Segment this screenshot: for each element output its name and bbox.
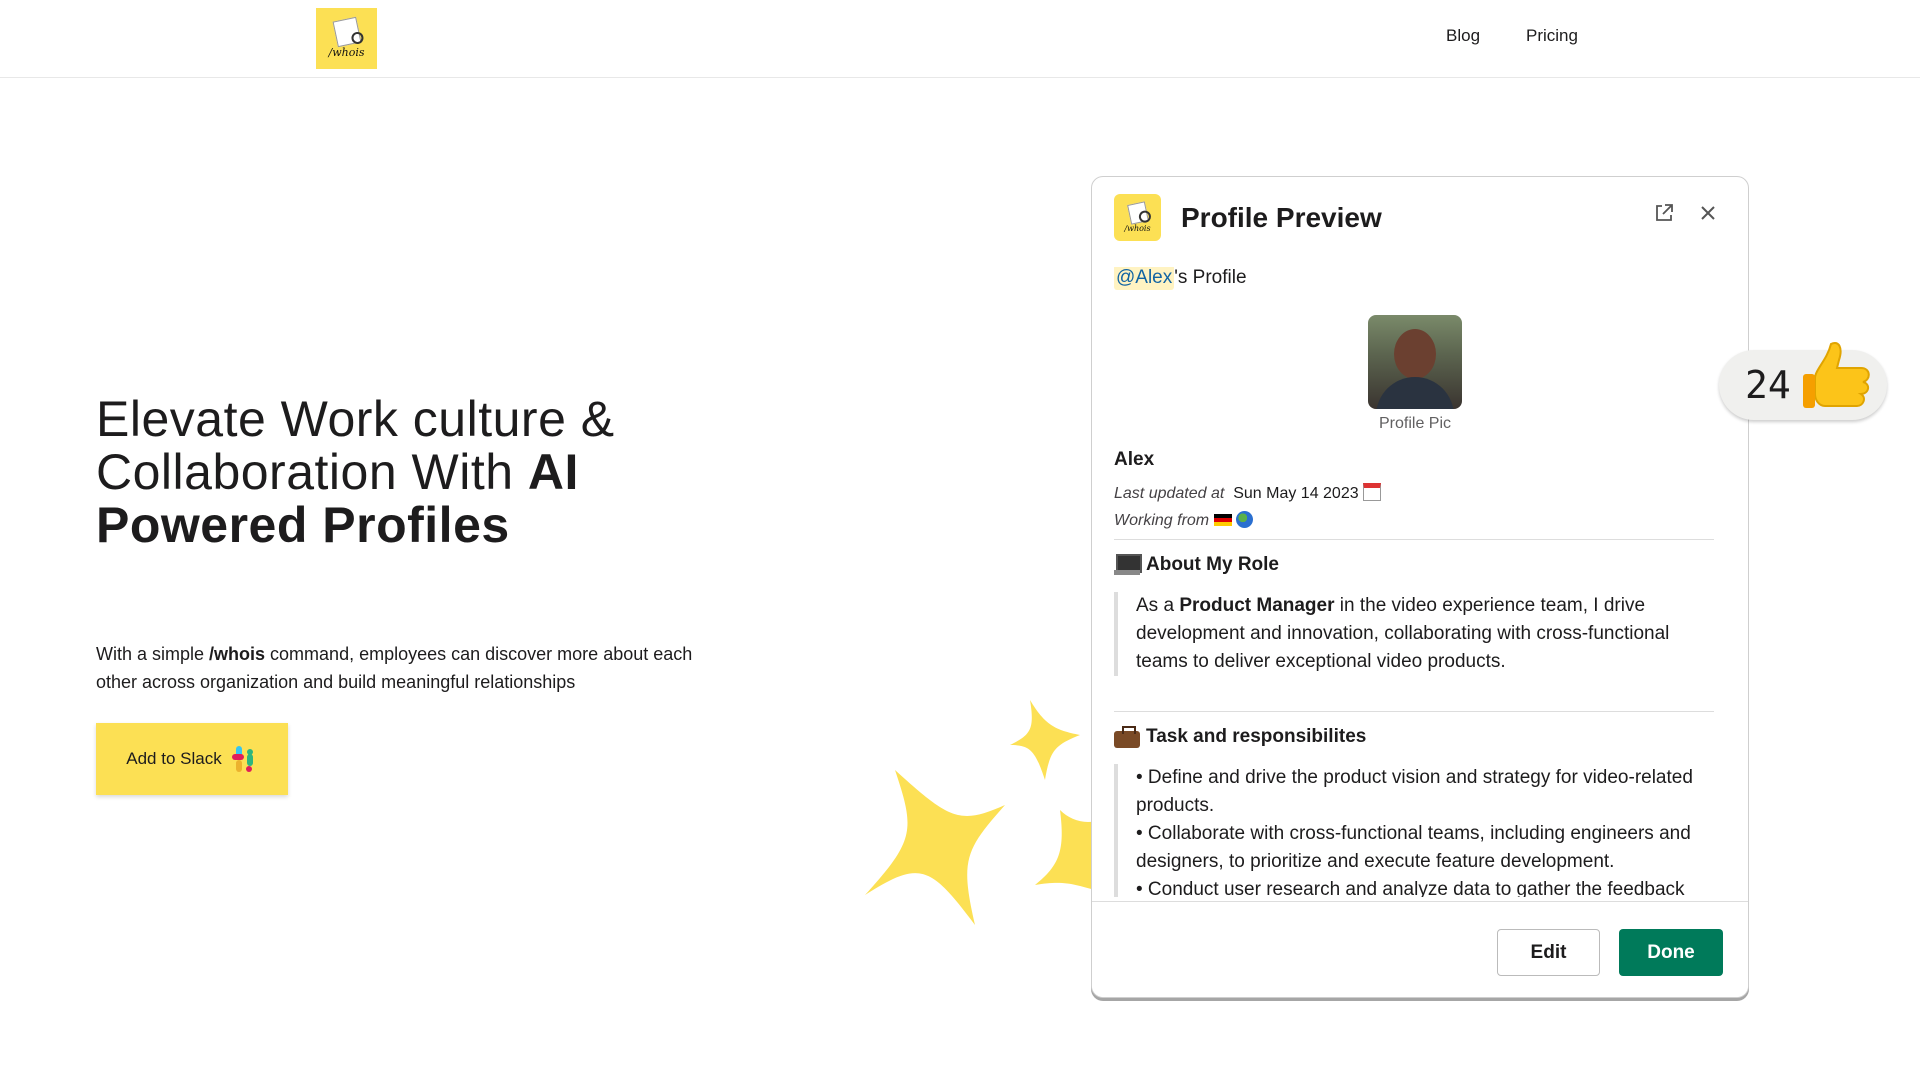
avatar-body [1376, 377, 1454, 409]
laptop-icon [1114, 554, 1142, 576]
hero-title-line1: Elevate Work culture & [96, 391, 615, 447]
thumbs-up-icon [1802, 342, 1870, 408]
hero-title-line2: Collaboration With [96, 444, 528, 500]
working-from: Working from [1114, 511, 1254, 530]
logo-text: /whois [328, 46, 365, 59]
about-role-heading: About My Role [1114, 554, 1279, 576]
modal-body: @Alex's Profile Profile Pic Alex Last up… [1114, 267, 1728, 897]
profile-heading-suffix: 's Profile [1174, 267, 1247, 288]
whois-logo[interactable]: /whois [316, 8, 377, 69]
role-prefix: As a [1136, 595, 1180, 616]
profile-preview-modal: /whois Profile Preview @Alex's Profile P… [1091, 176, 1749, 998]
add-to-slack-button[interactable]: Add to Slack [96, 723, 288, 795]
about-role-title: About My Role [1146, 554, 1279, 575]
divider [1114, 539, 1714, 540]
sparkle-large [865, 770, 1005, 925]
profile-heading: @Alex's Profile [1114, 267, 1728, 290]
modal-footer: Edit Done [1092, 901, 1748, 997]
hero-sub-command: /whois [209, 644, 266, 664]
role-bold: Product Manager [1179, 595, 1335, 616]
briefcase-icon [1114, 726, 1140, 748]
working-from-label: Working from [1114, 512, 1210, 529]
sparkles-decoration [865, 700, 1100, 925]
slack-icon [231, 746, 258, 772]
external-link-icon[interactable] [1654, 203, 1674, 223]
user-mention[interactable]: @Alex [1114, 267, 1175, 290]
nav-blog-link[interactable]: Blog [1446, 26, 1480, 46]
reaction-count: 24 [1745, 363, 1791, 407]
magnifier-paper-icon [1126, 200, 1149, 225]
about-role-text: As a Product Manager in the video experi… [1114, 592, 1714, 676]
add-to-slack-label: Add to Slack [126, 749, 222, 768]
hero-title: Elevate Work culture & Collaboration Wit… [96, 393, 816, 552]
tasks-title: Task and responsibilites [1146, 726, 1367, 747]
task-item: • Collaborate with cross-functional team… [1136, 823, 1691, 872]
profile-pic-caption: Profile Pic [1378, 415, 1452, 432]
edit-button[interactable]: Edit [1497, 929, 1600, 976]
modal-header: /whois Profile Preview [1114, 194, 1382, 241]
modal-logo-text: /whois [1124, 223, 1151, 233]
tasks-heading: Task and responsibilites [1114, 726, 1366, 748]
sparkle-small [1010, 700, 1080, 780]
last-updated-label: Last updated at [1114, 485, 1225, 502]
profile-name: Alex [1114, 449, 1155, 470]
hero-subtitle: With a simple /whois command, employees … [96, 640, 736, 696]
hero-title-ai: AI [527, 444, 579, 500]
modal-title: Profile Preview [1181, 201, 1382, 233]
last-updated-value: Sun May 14 2023 [1233, 485, 1359, 502]
divider [1114, 711, 1714, 712]
globe-icon [1236, 511, 1254, 528]
modal-app-logo: /whois [1114, 194, 1161, 241]
hero-title-line3: Powered Profiles [96, 497, 510, 553]
magnifier-paper-icon [332, 16, 361, 48]
task-item: • Define and drive the product vision an… [1136, 767, 1693, 816]
close-icon[interactable] [1698, 203, 1718, 223]
nav-pricing-link[interactable]: Pricing [1526, 26, 1578, 46]
site-header: /whois Blog Pricing [0, 0, 1920, 78]
hero-sub-prefix: With a simple [96, 644, 210, 664]
avatar [1368, 315, 1462, 409]
task-item: • Conduct user research and analyze data… [1136, 879, 1685, 897]
done-button[interactable]: Done [1619, 929, 1723, 976]
tasks-list: • Define and drive the product vision an… [1114, 764, 1714, 897]
profile-pic-block: Profile Pic [1368, 315, 1462, 433]
last-updated: Last updated at Sun May 14 2023 [1114, 483, 1382, 503]
reaction-bubble: 24 [1719, 342, 1887, 420]
avatar-face [1394, 329, 1436, 379]
germany-flag-icon [1213, 514, 1232, 526]
modal-actions [1654, 203, 1718, 223]
calendar-icon [1363, 483, 1382, 501]
